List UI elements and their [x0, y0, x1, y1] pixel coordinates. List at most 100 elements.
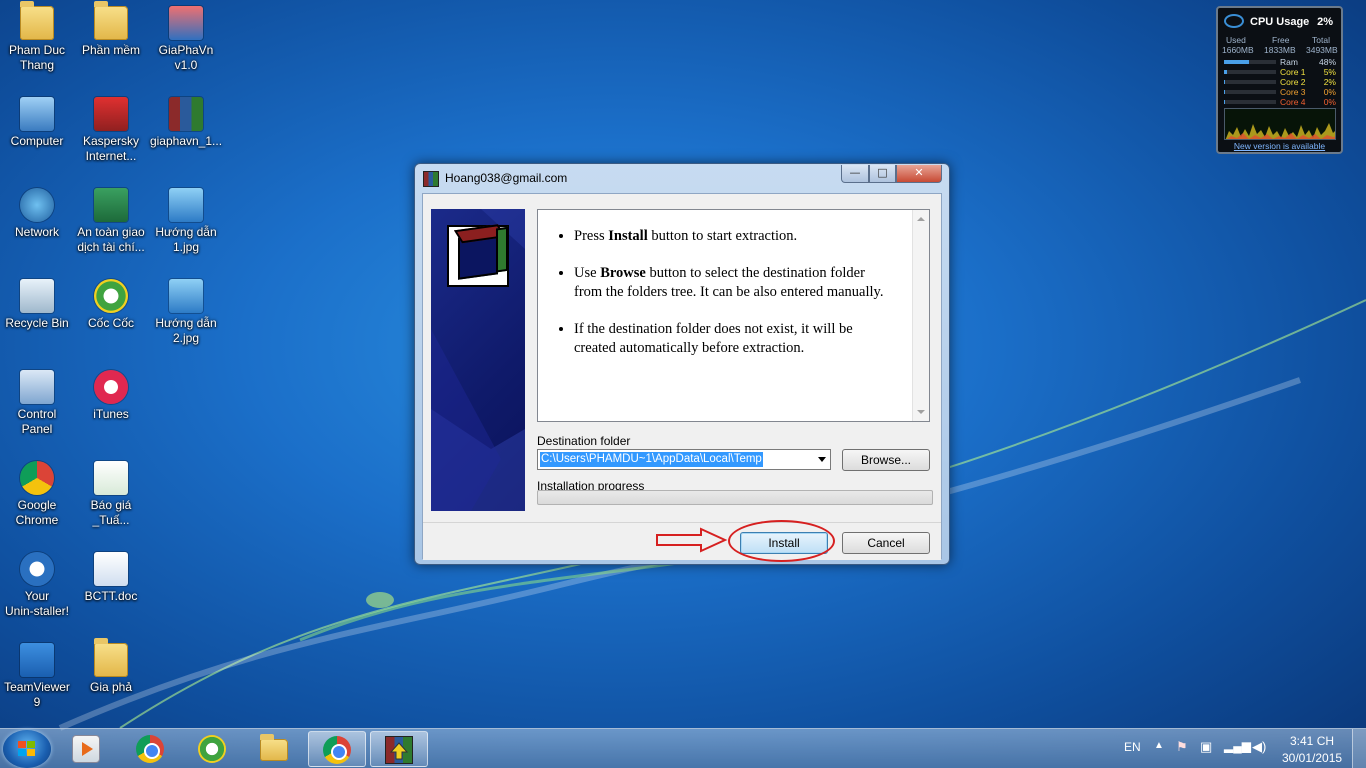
- word-file-icon: [94, 552, 128, 586]
- folder-icon: [94, 1, 128, 40]
- desktop-icon-label: Network: [14, 225, 59, 239]
- taskbar-coccoc[interactable]: [184, 731, 242, 767]
- instruction-item: If the destination folder does not exist…: [574, 320, 894, 358]
- instruction-keyword: Install: [608, 228, 648, 244]
- desktop-icon[interactable]: Phần mềm: [73, 0, 149, 58]
- show-desktop-button[interactable]: [1352, 729, 1366, 768]
- taskbar-chrome-active[interactable]: [308, 731, 366, 767]
- desktop-icon[interactable]: GiaPhaVn v1.0: [148, 0, 224, 73]
- desktop-icon-label: giaphavn_1...: [149, 134, 223, 148]
- desktop-icon[interactable]: giaphavn_1...: [148, 91, 224, 149]
- media-player-icon: [72, 735, 100, 763]
- device-icon[interactable]: ▣: [1200, 739, 1212, 755]
- taskbar-explorer[interactable]: [246, 731, 304, 767]
- start-button[interactable]: [3, 730, 51, 768]
- gadget-title: CPU Usage: [1250, 16, 1310, 28]
- destination-folder-value[interactable]: C:\Users\PHAMDU~1\AppData\Local\Temp: [540, 452, 763, 467]
- desktop-icon[interactable]: An toàn giao dịch tài chí...: [73, 182, 149, 255]
- free-value: 1833MB: [1264, 45, 1296, 55]
- cpu-history-graph: [1224, 108, 1336, 140]
- desktop-icon[interactable]: Pham Duc Thang: [0, 0, 75, 73]
- taskbar-chrome[interactable]: [122, 731, 180, 767]
- desktop-icon[interactable]: Kaspersky Internet...: [73, 91, 149, 164]
- instruction-text: Use: [574, 265, 601, 281]
- maximize-button[interactable]: □: [869, 165, 896, 183]
- annotation-arrow-icon: [656, 527, 728, 553]
- desktop-icon-label: Your Unin-staller!: [4, 589, 70, 618]
- windows-logo-icon: [18, 741, 36, 757]
- meter-name: Core 2: [1280, 77, 1306, 87]
- winrar-sfx-logo-icon: [447, 225, 509, 287]
- gadget-meter-row: Core 4 0%: [1224, 97, 1336, 107]
- coccoc-icon: [198, 735, 226, 763]
- winrar-icon: [423, 171, 439, 187]
- instructions-scrollbar[interactable]: [912, 210, 929, 421]
- free-label: Free: [1272, 35, 1290, 45]
- minimize-button[interactable]: —: [841, 165, 869, 183]
- desktop-icon[interactable]: BCTT.doc: [73, 546, 149, 604]
- clock-time[interactable]: 3:41 CH: [1290, 734, 1334, 748]
- desktop-icon[interactable]: Hướng dẫn 1.jpg: [148, 182, 224, 255]
- action-center-icon[interactable]: ⚑: [1176, 739, 1188, 755]
- desktop-icon[interactable]: Your Unin-staller!: [0, 546, 75, 619]
- winrar-icon: [169, 97, 203, 131]
- desktop-icon[interactable]: Computer: [0, 91, 75, 149]
- dropdown-arrow-icon[interactable]: [818, 457, 826, 462]
- desktop-icon[interactable]: TeamViewer 9: [0, 637, 75, 710]
- destination-folder-label: Destination folder: [537, 434, 631, 448]
- clock-date[interactable]: 30/01/2015: [1282, 751, 1342, 765]
- taskbar-media-player[interactable]: [58, 731, 116, 767]
- destination-folder-combobox[interactable]: C:\Users\PHAMDU~1\AppData\Local\Temp: [537, 449, 831, 470]
- title-bar[interactable]: Hoang038@gmail.com — □ ✕: [415, 164, 949, 192]
- image-file-icon: [169, 279, 203, 313]
- desktop-icon-label: Pham Duc Thang: [8, 43, 66, 72]
- instruction-text: button to start extraction.: [647, 228, 798, 244]
- excel-file-icon: [94, 461, 128, 495]
- desktop-icon-label: Google Chrome: [15, 498, 59, 527]
- cancel-button[interactable]: Cancel: [842, 532, 930, 554]
- desktop-icon[interactable]: iTunes: [73, 364, 149, 422]
- instruction-item: Press Install button to start extraction…: [574, 227, 894, 246]
- install-button[interactable]: Install: [740, 532, 828, 554]
- desktop-icon[interactable]: Control Panel: [0, 364, 75, 437]
- meter-name: Core 3: [1280, 87, 1306, 97]
- image-file-icon: [169, 188, 203, 222]
- desktop-icon-label: Gia phả: [89, 680, 133, 694]
- taskbar-winrar-active[interactable]: [370, 731, 428, 767]
- show-hidden-icons-icon[interactable]: ▲: [1154, 740, 1164, 751]
- scroll-down-icon[interactable]: [917, 410, 925, 414]
- language-indicator[interactable]: EN: [1124, 740, 1141, 754]
- instructions-pane[interactable]: Press Install button to start extraction…: [537, 209, 930, 422]
- user-folder-icon: [20, 1, 54, 40]
- winrar-icon: [385, 736, 413, 764]
- desktop-icon[interactable]: Cốc Cốc: [73, 273, 149, 331]
- desktop-icon[interactable]: Báo giá _Tuấ...: [73, 455, 149, 528]
- network-signal-icon[interactable]: ▂▄▆: [1224, 739, 1251, 753]
- cpu-usage-gadget[interactable]: CPU Usage 2% Used Free Total 1660MB 1833…: [1216, 6, 1343, 154]
- desktop-icon-label: Hướng dẫn 2.jpg: [155, 316, 217, 345]
- desktop-icon[interactable]: Recycle Bin: [0, 273, 75, 331]
- desktop-icon[interactable]: Google Chrome: [0, 455, 75, 528]
- scroll-up-icon[interactable]: [917, 217, 925, 221]
- volume-icon[interactable]: ◀): [1252, 739, 1266, 755]
- desktop-icon-label: Control Panel: [17, 407, 57, 436]
- uninstaller-icon: [20, 552, 54, 586]
- meter-bar: [1224, 100, 1276, 104]
- sfx-installer-window: Hoang038@gmail.com — □ ✕ Press Install b…: [414, 163, 950, 565]
- teamviewer-icon: [20, 643, 54, 677]
- gadget-meter-row: Core 2 2%: [1224, 77, 1336, 87]
- instructions-list: Press Install button to start extraction…: [574, 227, 894, 376]
- desktop-icon[interactable]: Hướng dẫn 2.jpg: [148, 273, 224, 346]
- meter-value: 48%: [1318, 57, 1336, 67]
- cpu-gauge-icon: [1224, 14, 1244, 28]
- new-version-link[interactable]: New version is available: [1218, 141, 1341, 151]
- close-button[interactable]: ✕: [896, 165, 942, 183]
- desktop-icon-label: Recycle Bin: [5, 316, 69, 330]
- dialog-client-area: Press Install button to start extraction…: [422, 193, 942, 560]
- browse-button[interactable]: Browse...: [842, 449, 930, 471]
- installation-progress-bar: [537, 490, 933, 505]
- desktop-icon-label: Computer: [10, 134, 64, 148]
- desktop-icon[interactable]: Network: [0, 182, 75, 240]
- used-value: 1660MB: [1222, 45, 1254, 55]
- desktop-icon[interactable]: Gia phả: [73, 637, 149, 695]
